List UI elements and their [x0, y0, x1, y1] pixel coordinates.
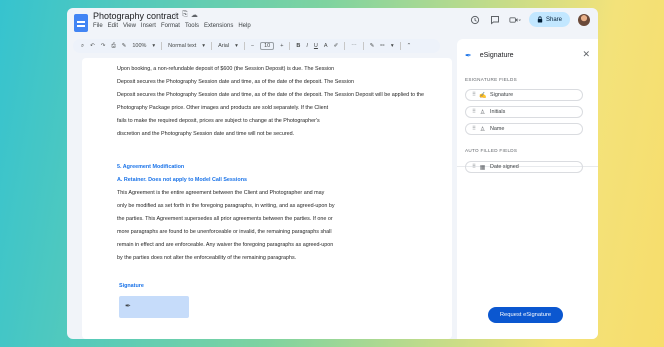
- field-chip-initials[interactable]: ⠿ ♙ Initials: [465, 106, 583, 118]
- paragraph-line: more paragraphs are found to be unenforc…: [117, 229, 332, 235]
- divider: [344, 42, 346, 50]
- style-select[interactable]: Normal text: [168, 43, 196, 49]
- menu-tools[interactable]: Tools: [185, 23, 199, 29]
- menu-help[interactable]: Help: [238, 23, 250, 29]
- paragraph-line: Photography Package price. Other images …: [117, 105, 329, 111]
- field-label: Initials: [490, 109, 506, 115]
- paragraph-line: fails to make the required deposit, pric…: [117, 118, 320, 124]
- history-icon[interactable]: [469, 14, 481, 26]
- cloud-status-icon[interactable]: ☁: [191, 11, 198, 19]
- paragraph-line: This Agreement is the entire agreement b…: [117, 190, 325, 196]
- menu-insert[interactable]: Insert: [141, 23, 156, 29]
- pen-icon: ✒: [465, 51, 472, 60]
- pen-icon: ✒: [125, 303, 131, 310]
- comments-icon[interactable]: [489, 14, 501, 26]
- app-window: Photography contract ☆ ⎘ ☁ File Edit Vie…: [67, 8, 598, 339]
- star-icon[interactable]: ☆: [173, 11, 179, 19]
- editing-mode-icon[interactable]: ✏: [380, 43, 385, 49]
- document-page[interactable]: Upon booking, a non-refundable deposit o…: [82, 58, 452, 339]
- section-heading: 5. Agreement Modification: [117, 164, 185, 170]
- chevron-down-icon: ▾: [235, 43, 238, 49]
- chevron-down-icon: ▾: [390, 43, 394, 49]
- title-icons: ☆ ⎘ ☁: [173, 11, 198, 19]
- formatting-toolbar: ⌕ ↶ ↷ ⎙ ✎ 100% ▾ Normal text ▾ Arial ▾ −…: [73, 39, 440, 53]
- signature-field[interactable]: ✒: [119, 296, 189, 318]
- signature-label: Signature: [119, 283, 144, 289]
- divider: [289, 42, 291, 50]
- menu-view[interactable]: View: [123, 23, 136, 29]
- divider: [243, 42, 245, 50]
- auto-filled-fields-label: AUTO FILLED FIELDS: [465, 148, 518, 153]
- highlight-pen-icon[interactable]: ✎: [370, 43, 375, 49]
- undo-icon[interactable]: ↶: [90, 43, 95, 49]
- collapse-menus-icon[interactable]: ⌃: [407, 43, 412, 49]
- highlight-icon[interactable]: ✐: [334, 43, 339, 49]
- drag-handle-icon[interactable]: ⠿: [472, 92, 476, 98]
- paragraph-line: by the parties does not alter the enforc…: [117, 255, 297, 261]
- share-label: Share: [545, 16, 562, 23]
- text-color-icon[interactable]: A: [324, 43, 328, 49]
- meet-icon[interactable]: [509, 14, 521, 26]
- signature-icon: ✍: [479, 92, 487, 99]
- redo-icon[interactable]: ↷: [101, 43, 106, 49]
- esignature-fields-label: ESIGNATURE FIELDS: [465, 77, 517, 82]
- more-options-icon[interactable]: ⋯: [351, 43, 357, 49]
- panel-header: ✒ eSignature: [465, 51, 514, 60]
- field-label: Signature: [490, 92, 514, 98]
- divider: [161, 42, 163, 50]
- divider: [362, 42, 364, 50]
- increase-font-icon[interactable]: +: [280, 43, 283, 49]
- italic-icon[interactable]: I: [306, 43, 308, 49]
- divider: [399, 42, 401, 50]
- underline-icon[interactable]: U: [314, 43, 318, 49]
- title-bar: Photography contract ☆ ⎘ ☁ File Edit Vie…: [67, 8, 598, 36]
- drag-handle-icon[interactable]: ⠿: [472, 126, 476, 132]
- document-title[interactable]: Photography contract: [93, 11, 179, 21]
- paragraph-line: Deposit secures the Photography Session …: [117, 79, 354, 85]
- field-chip-signature[interactable]: ⠿ ✍ Signature: [465, 89, 583, 101]
- paragraph-line: discretion and the Photography Session d…: [117, 131, 295, 137]
- panel-title: eSignature: [479, 52, 514, 59]
- avatar[interactable]: [578, 13, 590, 26]
- field-label: Date signed: [490, 164, 519, 170]
- menu-extensions[interactable]: Extensions: [204, 23, 233, 29]
- request-esignature-button[interactable]: Request eSignature: [488, 307, 563, 323]
- zoom-select[interactable]: 100%: [132, 43, 146, 49]
- section-subheading: A. Retainer. Does not apply to Model Cal…: [117, 177, 248, 183]
- print-icon[interactable]: ⎙: [111, 43, 115, 50]
- font-select[interactable]: Arial: [218, 43, 229, 49]
- chevron-down-icon: ▾: [152, 43, 156, 49]
- field-chip-name[interactable]: ⠿ ♙ Name: [465, 123, 583, 135]
- lock-icon: [537, 16, 543, 23]
- paint-format-icon[interactable]: ✎: [122, 43, 127, 49]
- chevron-down-icon: ▾: [202, 43, 206, 49]
- decrease-font-icon[interactable]: −: [251, 43, 254, 49]
- close-icon[interactable]: ✕: [582, 49, 590, 60]
- share-button[interactable]: Share: [528, 12, 570, 27]
- menu-format[interactable]: Format: [161, 23, 180, 29]
- menu-file[interactable]: File: [93, 23, 103, 29]
- bold-icon[interactable]: B: [296, 43, 300, 49]
- paragraph-line: remain in effect and are enforceable. An…: [117, 242, 334, 248]
- docs-logo-icon[interactable]: [74, 14, 88, 32]
- paragraph-line: Deposit secures the Photography Session …: [117, 92, 425, 98]
- person-icon: ♙: [479, 126, 486, 133]
- calendar-icon: ▦: [479, 164, 486, 171]
- divider: [211, 42, 213, 50]
- drag-handle-icon[interactable]: ⠿: [472, 164, 476, 170]
- field-chip-date-signed[interactable]: ⠿ ▦ Date signed: [465, 161, 583, 173]
- search-menus-icon[interactable]: ⌕: [81, 43, 84, 50]
- font-size-input[interactable]: 10: [260, 42, 275, 50]
- top-right-controls: Share: [469, 12, 590, 27]
- paragraph-line: only be modified as set forth in the for…: [117, 203, 335, 209]
- paragraph-line: the parties. This Agreement supersedes a…: [117, 216, 333, 222]
- paragraph-line: Upon booking, a non-refundable deposit o…: [117, 66, 335, 72]
- menu-bar: File Edit View Insert Format Tools Exten…: [93, 23, 251, 29]
- move-icon[interactable]: ⎘: [182, 11, 188, 19]
- drag-handle-icon[interactable]: ⠿: [472, 109, 476, 115]
- field-label: Name: [490, 126, 505, 132]
- person-icon: ♙: [479, 109, 486, 116]
- esignature-panel: ✒ eSignature ✕ ESIGNATURE FIELDS ⠿ ✍ Sig…: [457, 39, 598, 339]
- menu-edit[interactable]: Edit: [108, 23, 118, 29]
